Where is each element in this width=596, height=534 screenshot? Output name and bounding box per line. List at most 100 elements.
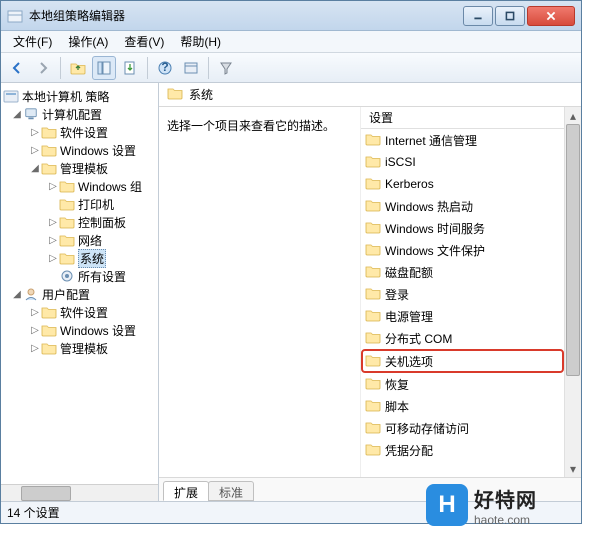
tree-computer-config[interactable]: ◢ 计算机配置: [1, 105, 158, 123]
nav-back-button[interactable]: [5, 56, 29, 80]
tree-label: 打印机: [78, 196, 114, 213]
tree-system[interactable]: ▷ 系统: [1, 249, 158, 267]
window-title: 本地组策略编辑器: [29, 7, 463, 24]
menu-action[interactable]: 操作(A): [60, 31, 116, 52]
expand-icon[interactable]: ▷: [29, 145, 41, 156]
tab-extended[interactable]: 扩展: [163, 481, 209, 501]
export-list-button[interactable]: [118, 56, 142, 80]
tree-label: 本地计算机 策略: [22, 88, 109, 105]
folder-icon: [167, 86, 183, 103]
tree-label: Windows 组: [78, 178, 142, 195]
tree-network[interactable]: ▷ 网络: [1, 231, 158, 249]
folder-icon: [365, 242, 381, 259]
filter-button[interactable]: [214, 56, 238, 80]
expand-icon[interactable]: ▷: [47, 235, 59, 246]
settings-item-label: 登录: [385, 286, 409, 303]
minimize-button[interactable]: [463, 6, 493, 26]
settings-item-label: Windows 文件保护: [385, 242, 485, 259]
titlebar: 本地组策略编辑器: [1, 1, 581, 31]
collapse-icon[interactable]: ◢: [29, 163, 41, 174]
settings-item[interactable]: 磁盘配额: [361, 261, 564, 283]
tree-scroll[interactable]: 本地计算机 策略 ◢ 计算机配置 ▷ 软件设置 ▷ Windows 设置: [1, 83, 158, 484]
settings-item[interactable]: 脚本: [361, 395, 564, 417]
tree-software-settings[interactable]: ▷ 软件设置: [1, 123, 158, 141]
tree-root[interactable]: 本地计算机 策略: [1, 87, 158, 105]
scroll-up-icon[interactable]: ▴: [565, 107, 581, 124]
settings-v-scrollbar[interactable]: ▴ ▾: [564, 107, 581, 477]
expand-icon[interactable]: ▷: [29, 325, 41, 336]
tree-u-admin[interactable]: ▷ 管理模板: [1, 339, 158, 357]
menu-help[interactable]: 帮助(H): [172, 31, 229, 52]
tree-windows-settings[interactable]: ▷ Windows 设置: [1, 141, 158, 159]
show-tree-button[interactable]: [92, 56, 116, 80]
expand-icon[interactable]: ▷: [47, 181, 59, 192]
folder-icon: [41, 125, 57, 139]
settings-item[interactable]: 电源管理: [361, 305, 564, 327]
tree-u-windows[interactable]: ▷ Windows 设置: [1, 321, 158, 339]
expand-icon[interactable]: ▷: [29, 343, 41, 354]
settings-item[interactable]: Internet 通信管理: [361, 129, 564, 151]
maximize-button[interactable]: [495, 6, 525, 26]
settings-item-label: 脚本: [385, 398, 409, 415]
content-pane: 系统 选择一个项目来查看它的描述。 设置 Internet 通信管理iSCSIK…: [159, 83, 581, 501]
tree-label: Windows 设置: [60, 322, 136, 339]
settings-item[interactable]: 登录: [361, 283, 564, 305]
help-button[interactable]: ?: [153, 56, 177, 80]
scrollbar-thumb[interactable]: [566, 124, 580, 376]
scrollbar-thumb[interactable]: [21, 486, 71, 501]
tree-admin-templates[interactable]: ◢ 管理模板: [1, 159, 158, 177]
settings-item[interactable]: Windows 时间服务: [361, 217, 564, 239]
tree-control-panel[interactable]: ▷ 控制面板: [1, 213, 158, 231]
tree-u-software[interactable]: ▷ 软件设置: [1, 303, 158, 321]
tree-h-scrollbar[interactable]: [1, 484, 158, 501]
nav-forward-button[interactable]: [31, 56, 55, 80]
settings-item-label: 凭据分配: [385, 442, 433, 459]
folder-icon: [365, 330, 381, 347]
settings-item[interactable]: Windows 热启动: [361, 195, 564, 217]
expand-icon[interactable]: ▷: [29, 307, 41, 318]
settings-item[interactable]: Kerberos: [361, 173, 564, 195]
folder-icon: [365, 220, 381, 237]
properties-button[interactable]: [179, 56, 203, 80]
tab-standard[interactable]: 标准: [208, 481, 254, 501]
up-level-button[interactable]: [66, 56, 90, 80]
tree-label: 网络: [78, 232, 102, 249]
settings-item-label: Windows 热启动: [385, 198, 473, 215]
settings-item[interactable]: 关机选项: [361, 349, 564, 373]
folder-icon: [365, 132, 381, 149]
expand-icon[interactable]: ▷: [47, 217, 59, 228]
settings-item[interactable]: 凭据分配: [361, 439, 564, 461]
settings-item[interactable]: Windows 文件保护: [361, 239, 564, 261]
folder-icon: [365, 353, 381, 370]
expand-icon[interactable]: ▷: [47, 253, 59, 264]
collapse-icon[interactable]: ◢: [11, 289, 23, 300]
tree-all-settings[interactable]: 所有设置: [1, 267, 158, 285]
scroll-down-icon[interactable]: ▾: [565, 460, 581, 477]
column-header-settings[interactable]: 设置: [361, 107, 564, 129]
settings-item-label: 恢复: [385, 376, 409, 393]
settings-item[interactable]: iSCSI: [361, 151, 564, 173]
folder-icon: [41, 341, 57, 355]
settings-item[interactable]: 恢复: [361, 373, 564, 395]
tree-windows-components[interactable]: ▷ Windows 组: [1, 177, 158, 195]
settings-item[interactable]: 分布式 COM: [361, 327, 564, 349]
folder-icon: [59, 233, 75, 247]
folder-icon: [59, 215, 75, 229]
user-icon: [23, 287, 39, 301]
toolbar-separator: [60, 57, 61, 79]
expand-icon[interactable]: ▷: [29, 127, 41, 138]
tree-label: 控制面板: [78, 214, 126, 231]
tree-user-config[interactable]: ◢ 用户配置: [1, 285, 158, 303]
settings-list[interactable]: Internet 通信管理iSCSIKerberos Windows 热启动 Win…: [361, 129, 564, 477]
tree-printers[interactable]: 打印机: [1, 195, 158, 213]
settings-item-label: Windows 时间服务: [385, 220, 485, 237]
description-column: 选择一个项目来查看它的描述。: [159, 107, 361, 477]
view-tabs: 扩展 标准: [159, 477, 581, 501]
settings-item[interactable]: 可移动存储访问: [361, 417, 564, 439]
folder-icon: [59, 251, 75, 265]
collapse-icon[interactable]: ◢: [11, 109, 23, 120]
status-text: 14 个设置: [7, 504, 60, 521]
menu-view[interactable]: 查看(V): [116, 31, 172, 52]
menu-file[interactable]: 文件(F): [5, 31, 60, 52]
close-button[interactable]: [527, 6, 575, 26]
